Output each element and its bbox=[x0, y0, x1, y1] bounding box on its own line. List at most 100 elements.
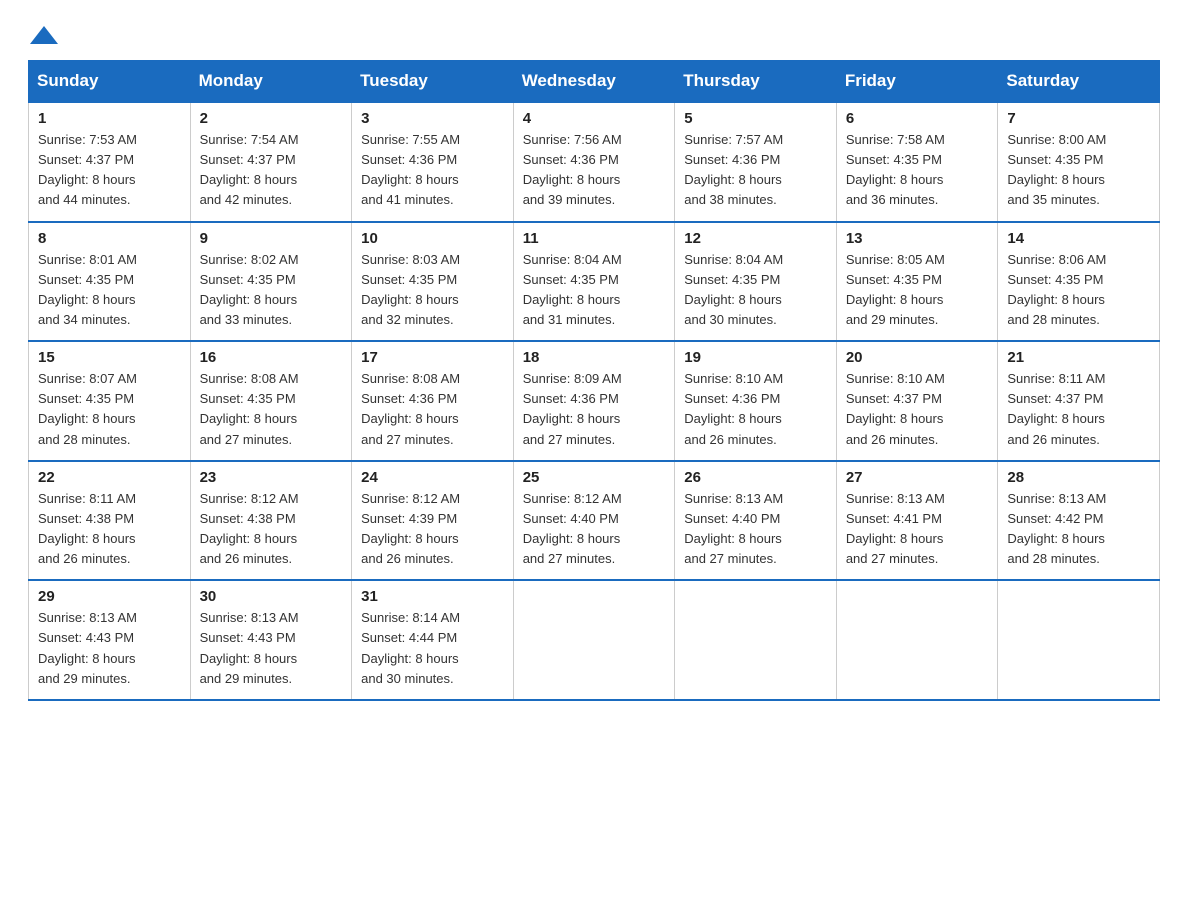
day-number: 2 bbox=[200, 110, 343, 127]
day-number: 14 bbox=[1007, 230, 1150, 247]
day-info: Sunrise: 8:12 AMSunset: 4:39 PMDaylight:… bbox=[361, 491, 460, 566]
col-header-tuesday: Tuesday bbox=[352, 61, 514, 103]
header bbox=[28, 24, 1160, 42]
day-number: 26 bbox=[684, 469, 827, 486]
day-info: Sunrise: 7:53 AMSunset: 4:37 PMDaylight:… bbox=[38, 132, 137, 207]
day-info: Sunrise: 7:56 AMSunset: 4:36 PMDaylight:… bbox=[523, 132, 622, 207]
day-number: 23 bbox=[200, 469, 343, 486]
day-cell: 13 Sunrise: 8:05 AMSunset: 4:35 PMDaylig… bbox=[836, 222, 998, 342]
day-number: 20 bbox=[846, 349, 989, 366]
day-info: Sunrise: 8:09 AMSunset: 4:36 PMDaylight:… bbox=[523, 371, 622, 446]
day-cell: 20 Sunrise: 8:10 AMSunset: 4:37 PMDaylig… bbox=[836, 341, 998, 461]
day-info: Sunrise: 8:01 AMSunset: 4:35 PMDaylight:… bbox=[38, 252, 137, 327]
day-cell: 30 Sunrise: 8:13 AMSunset: 4:43 PMDaylig… bbox=[190, 580, 352, 700]
day-cell: 28 Sunrise: 8:13 AMSunset: 4:42 PMDaylig… bbox=[998, 461, 1160, 581]
header-row: SundayMondayTuesdayWednesdayThursdayFrid… bbox=[29, 61, 1160, 103]
day-cell: 4 Sunrise: 7:56 AMSunset: 4:36 PMDayligh… bbox=[513, 102, 675, 222]
day-cell: 11 Sunrise: 8:04 AMSunset: 4:35 PMDaylig… bbox=[513, 222, 675, 342]
day-number: 24 bbox=[361, 469, 504, 486]
day-info: Sunrise: 8:13 AMSunset: 4:43 PMDaylight:… bbox=[38, 610, 137, 685]
logo-text bbox=[28, 24, 58, 46]
day-info: Sunrise: 8:13 AMSunset: 4:40 PMDaylight:… bbox=[684, 491, 783, 566]
day-cell: 19 Sunrise: 8:10 AMSunset: 4:36 PMDaylig… bbox=[675, 341, 837, 461]
day-info: Sunrise: 8:08 AMSunset: 4:36 PMDaylight:… bbox=[361, 371, 460, 446]
day-number: 11 bbox=[523, 230, 666, 247]
day-cell: 25 Sunrise: 8:12 AMSunset: 4:40 PMDaylig… bbox=[513, 461, 675, 581]
day-info: Sunrise: 7:54 AMSunset: 4:37 PMDaylight:… bbox=[200, 132, 299, 207]
week-row-5: 29 Sunrise: 8:13 AMSunset: 4:43 PMDaylig… bbox=[29, 580, 1160, 700]
day-info: Sunrise: 8:08 AMSunset: 4:35 PMDaylight:… bbox=[200, 371, 299, 446]
day-number: 29 bbox=[38, 588, 181, 605]
day-number: 22 bbox=[38, 469, 181, 486]
day-info: Sunrise: 8:11 AMSunset: 4:38 PMDaylight:… bbox=[38, 491, 136, 566]
logo bbox=[28, 24, 58, 42]
week-row-4: 22 Sunrise: 8:11 AMSunset: 4:38 PMDaylig… bbox=[29, 461, 1160, 581]
day-number: 9 bbox=[200, 230, 343, 247]
logo-icon bbox=[30, 24, 58, 46]
day-info: Sunrise: 8:14 AMSunset: 4:44 PMDaylight:… bbox=[361, 610, 460, 685]
day-number: 16 bbox=[200, 349, 343, 366]
day-info: Sunrise: 8:02 AMSunset: 4:35 PMDaylight:… bbox=[200, 252, 299, 327]
day-info: Sunrise: 8:05 AMSunset: 4:35 PMDaylight:… bbox=[846, 252, 945, 327]
day-number: 21 bbox=[1007, 349, 1150, 366]
day-info: Sunrise: 7:57 AMSunset: 4:36 PMDaylight:… bbox=[684, 132, 783, 207]
day-info: Sunrise: 8:06 AMSunset: 4:35 PMDaylight:… bbox=[1007, 252, 1106, 327]
day-cell bbox=[998, 580, 1160, 700]
day-number: 5 bbox=[684, 110, 827, 127]
day-number: 31 bbox=[361, 588, 504, 605]
day-number: 28 bbox=[1007, 469, 1150, 486]
col-header-monday: Monday bbox=[190, 61, 352, 103]
week-row-1: 1 Sunrise: 7:53 AMSunset: 4:37 PMDayligh… bbox=[29, 102, 1160, 222]
day-info: Sunrise: 8:13 AMSunset: 4:41 PMDaylight:… bbox=[846, 491, 945, 566]
day-info: Sunrise: 8:12 AMSunset: 4:38 PMDaylight:… bbox=[200, 491, 299, 566]
day-cell: 1 Sunrise: 7:53 AMSunset: 4:37 PMDayligh… bbox=[29, 102, 191, 222]
day-cell: 10 Sunrise: 8:03 AMSunset: 4:35 PMDaylig… bbox=[352, 222, 514, 342]
day-cell: 8 Sunrise: 8:01 AMSunset: 4:35 PMDayligh… bbox=[29, 222, 191, 342]
day-info: Sunrise: 8:12 AMSunset: 4:40 PMDaylight:… bbox=[523, 491, 622, 566]
day-info: Sunrise: 8:03 AMSunset: 4:35 PMDaylight:… bbox=[361, 252, 460, 327]
day-info: Sunrise: 8:13 AMSunset: 4:42 PMDaylight:… bbox=[1007, 491, 1106, 566]
day-cell bbox=[675, 580, 837, 700]
day-cell: 2 Sunrise: 7:54 AMSunset: 4:37 PMDayligh… bbox=[190, 102, 352, 222]
day-cell: 5 Sunrise: 7:57 AMSunset: 4:36 PMDayligh… bbox=[675, 102, 837, 222]
col-header-wednesday: Wednesday bbox=[513, 61, 675, 103]
day-cell: 9 Sunrise: 8:02 AMSunset: 4:35 PMDayligh… bbox=[190, 222, 352, 342]
day-info: Sunrise: 8:10 AMSunset: 4:37 PMDaylight:… bbox=[846, 371, 945, 446]
day-cell: 18 Sunrise: 8:09 AMSunset: 4:36 PMDaylig… bbox=[513, 341, 675, 461]
day-info: Sunrise: 8:11 AMSunset: 4:37 PMDaylight:… bbox=[1007, 371, 1105, 446]
col-header-friday: Friday bbox=[836, 61, 998, 103]
day-number: 27 bbox=[846, 469, 989, 486]
day-number: 15 bbox=[38, 349, 181, 366]
day-cell: 24 Sunrise: 8:12 AMSunset: 4:39 PMDaylig… bbox=[352, 461, 514, 581]
day-cell: 14 Sunrise: 8:06 AMSunset: 4:35 PMDaylig… bbox=[998, 222, 1160, 342]
day-number: 1 bbox=[38, 110, 181, 127]
day-number: 30 bbox=[200, 588, 343, 605]
day-cell bbox=[836, 580, 998, 700]
day-number: 19 bbox=[684, 349, 827, 366]
day-cell: 27 Sunrise: 8:13 AMSunset: 4:41 PMDaylig… bbox=[836, 461, 998, 581]
day-cell: 21 Sunrise: 8:11 AMSunset: 4:37 PMDaylig… bbox=[998, 341, 1160, 461]
day-info: Sunrise: 8:00 AMSunset: 4:35 PMDaylight:… bbox=[1007, 132, 1106, 207]
day-info: Sunrise: 8:07 AMSunset: 4:35 PMDaylight:… bbox=[38, 371, 137, 446]
day-cell: 3 Sunrise: 7:55 AMSunset: 4:36 PMDayligh… bbox=[352, 102, 514, 222]
day-number: 12 bbox=[684, 230, 827, 247]
day-number: 8 bbox=[38, 230, 181, 247]
day-number: 10 bbox=[361, 230, 504, 247]
day-number: 13 bbox=[846, 230, 989, 247]
day-number: 25 bbox=[523, 469, 666, 486]
day-info: Sunrise: 8:13 AMSunset: 4:43 PMDaylight:… bbox=[200, 610, 299, 685]
day-cell: 26 Sunrise: 8:13 AMSunset: 4:40 PMDaylig… bbox=[675, 461, 837, 581]
day-cell: 12 Sunrise: 8:04 AMSunset: 4:35 PMDaylig… bbox=[675, 222, 837, 342]
day-number: 7 bbox=[1007, 110, 1150, 127]
day-cell: 16 Sunrise: 8:08 AMSunset: 4:35 PMDaylig… bbox=[190, 341, 352, 461]
day-info: Sunrise: 8:04 AMSunset: 4:35 PMDaylight:… bbox=[684, 252, 783, 327]
col-header-sunday: Sunday bbox=[29, 61, 191, 103]
day-number: 17 bbox=[361, 349, 504, 366]
day-cell: 23 Sunrise: 8:12 AMSunset: 4:38 PMDaylig… bbox=[190, 461, 352, 581]
day-cell bbox=[513, 580, 675, 700]
day-cell: 31 Sunrise: 8:14 AMSunset: 4:44 PMDaylig… bbox=[352, 580, 514, 700]
day-info: Sunrise: 8:10 AMSunset: 4:36 PMDaylight:… bbox=[684, 371, 783, 446]
calendar-table: SundayMondayTuesdayWednesdayThursdayFrid… bbox=[28, 60, 1160, 701]
day-number: 3 bbox=[361, 110, 504, 127]
week-row-2: 8 Sunrise: 8:01 AMSunset: 4:35 PMDayligh… bbox=[29, 222, 1160, 342]
